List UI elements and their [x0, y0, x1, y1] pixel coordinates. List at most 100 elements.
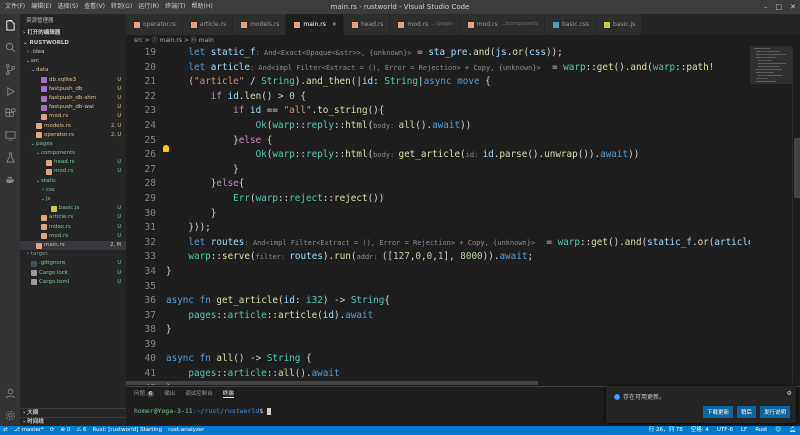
breadcrumb[interactable]: src > ⓡ main.rs > ⓜ main	[126, 35, 800, 46]
notifications-bell-icon[interactable]: 🔔︎	[789, 426, 796, 435]
tree-file[interactable]: mod.rs U	[20, 112, 126, 121]
remote-explorer-icon[interactable]	[0, 124, 20, 146]
close-icon[interactable]: ✕	[790, 0, 796, 14]
encoding[interactable]: UTF-8	[717, 426, 733, 435]
code-content[interactable]: let static_f: And<Exact<Opaque<&str>>, {…	[166, 46, 750, 385]
tree-folder[interactable]: ⌄ src	[20, 57, 126, 66]
tree-folder[interactable]: ⌄ static	[20, 177, 126, 186]
tree-folder[interactable]: ⌄ pages	[20, 140, 126, 149]
timeline-section[interactable]: › 时间线	[20, 417, 126, 426]
menu-bar: 文件(F) 编辑(E) 选择(S) 查看(V) 转到(G) 运行(R) 终端(T…	[0, 0, 216, 14]
menu-selection[interactable]: 选择(S)	[55, 0, 82, 14]
later-button[interactable]: 稍后	[736, 406, 756, 418]
tree-file[interactable]: mod.rs U	[20, 167, 126, 176]
settings-gear-icon[interactable]	[0, 404, 20, 426]
menu-run[interactable]: 运行(R)	[135, 0, 162, 14]
tree-folder[interactable]: ⌄ data	[20, 66, 126, 75]
line-number: 26	[144, 149, 156, 161]
tree-file[interactable]: main.rs 2, M	[20, 240, 126, 251]
tree-folder[interactable]: ⌄ js	[20, 195, 126, 204]
menu-go[interactable]: 转到(G)	[108, 0, 135, 14]
editor-tab[interactable]: article.rs	[182, 14, 234, 35]
tree-file[interactable]: fastpush_db-shm U	[20, 94, 126, 103]
vertical-scrollbar[interactable]	[792, 46, 800, 385]
minimap-code-preview	[754, 48, 786, 82]
minimize-icon[interactable]: –	[764, 0, 768, 14]
search-icon[interactable]	[0, 36, 20, 58]
git-branch[interactable]: ⎇ master*	[14, 426, 44, 435]
menu-edit[interactable]: 编辑(E)	[28, 0, 54, 14]
tree-item-label: static	[41, 177, 57, 184]
tab-debug-console[interactable]: 调试控制台	[185, 389, 213, 397]
tab-problems[interactable]: 问题 6	[134, 389, 155, 397]
tree-folder[interactable]: › .idea	[20, 48, 126, 57]
line-number: 32	[144, 236, 156, 248]
sync-icon[interactable]: ⟳	[50, 426, 55, 435]
tree-folder[interactable]: › target	[20, 250, 126, 259]
menu-file[interactable]: 文件(F)	[2, 0, 28, 14]
release-notes-button[interactable]: 发行说明	[759, 406, 790, 418]
notification-settings-gear-icon[interactable]: ⚙	[787, 390, 792, 397]
tree-file[interactable]: db.sqlite3 U	[20, 76, 126, 85]
editor-tab[interactable]: mod.rs ...\components	[459, 14, 545, 35]
open-editors-section[interactable]: › 打开的编辑器	[20, 28, 126, 38]
source-control-icon[interactable]	[0, 58, 20, 80]
code-line: }	[166, 207, 217, 219]
editor-tab[interactable]: main.rs ×	[286, 14, 344, 35]
scrollbar-thumb[interactable]	[794, 138, 800, 198]
tree-file[interactable]: fastpush_db-wal U	[20, 103, 126, 112]
editor-tab[interactable]: head.rs	[343, 14, 391, 35]
extensions-icon[interactable]	[0, 102, 20, 124]
tree-file[interactable]: Cargo.toml U	[20, 278, 126, 287]
editor-tab[interactable]: mod.rs ...\pages	[390, 14, 460, 35]
tab-terminal[interactable]: 终端	[222, 389, 234, 398]
tree-file[interactable]: .gitignore U	[20, 259, 126, 268]
editor-tab[interactable]: operator.rs	[126, 14, 183, 35]
tree-file[interactable]: index.rs U	[20, 223, 126, 232]
tree-file[interactable]: basic.js U	[20, 204, 126, 213]
code-line: }	[166, 265, 172, 277]
tree-file[interactable]: models.rs 2, U	[20, 122, 126, 131]
code-editor[interactable]: 19 20 21 22 23 24 25 26 27 28 29 30 31 32 33 34 35 36 37 38…	[126, 46, 750, 385]
tab-output[interactable]: 输出	[164, 389, 175, 397]
outline-section[interactable]: › 大纲	[20, 408, 126, 417]
tree-file[interactable]: article.rs U	[20, 213, 126, 222]
cursor-position[interactable]: 行 26，列 78	[649, 426, 683, 435]
minimap[interactable]	[750, 46, 792, 385]
menu-terminal[interactable]: 终端(T)	[162, 0, 188, 14]
download-update-button[interactable]: 下载更新	[702, 406, 733, 418]
warnings-count[interactable]: ⚠ 6	[76, 426, 86, 435]
tree-file[interactable]: operator.rs 2, U	[20, 131, 126, 140]
tree-folder[interactable]: ⌄ components	[20, 149, 126, 158]
docker-icon[interactable]	[0, 168, 20, 190]
tree-file[interactable]: mod.rs U	[20, 232, 126, 241]
editor-tab[interactable]: basic.js	[596, 14, 643, 35]
tree-file[interactable]: Cargo.lock U	[20, 269, 126, 278]
maximize-icon[interactable]: □	[776, 0, 783, 14]
remote-indicator-icon[interactable]: ⇄	[3, 426, 8, 435]
editor-tab[interactable]: models.rs	[233, 14, 287, 35]
tree-file[interactable]: head.rs U	[20, 158, 126, 167]
run-debug-icon[interactable]	[0, 80, 20, 102]
tree-file[interactable]: fastpush_db U	[20, 85, 126, 94]
language-mode[interactable]: Rust	[755, 426, 767, 435]
errors-count[interactable]: ⊗ 0	[60, 426, 70, 435]
js-file-icon	[51, 205, 57, 212]
menu-help[interactable]: 帮助(H)	[188, 0, 215, 14]
testing-icon[interactable]	[0, 146, 20, 168]
menu-view[interactable]: 查看(V)	[81, 0, 108, 14]
editor-tab[interactable]: basic.css	[544, 14, 597, 35]
horizontal-scrollbar[interactable]	[126, 381, 538, 385]
project-section[interactable]: ⌄ RUSTWORLD	[20, 38, 126, 48]
rs-file-icon	[190, 21, 197, 28]
account-icon[interactable]	[0, 382, 20, 404]
feedback-icon[interactable]: ☺	[775, 426, 781, 435]
tree-folder[interactable]: › css	[20, 186, 126, 195]
indentation[interactable]: 空格: 4	[691, 426, 709, 435]
end-of-line[interactable]: LF	[741, 426, 747, 435]
tab-close-icon[interactable]: ×	[332, 14, 337, 35]
rust-analyzer-status[interactable]: rust-analyzer	[168, 426, 204, 435]
rust-status[interactable]: Rust: [rustworld] Starting	[93, 426, 163, 435]
explorer-icon[interactable]	[0, 14, 20, 36]
